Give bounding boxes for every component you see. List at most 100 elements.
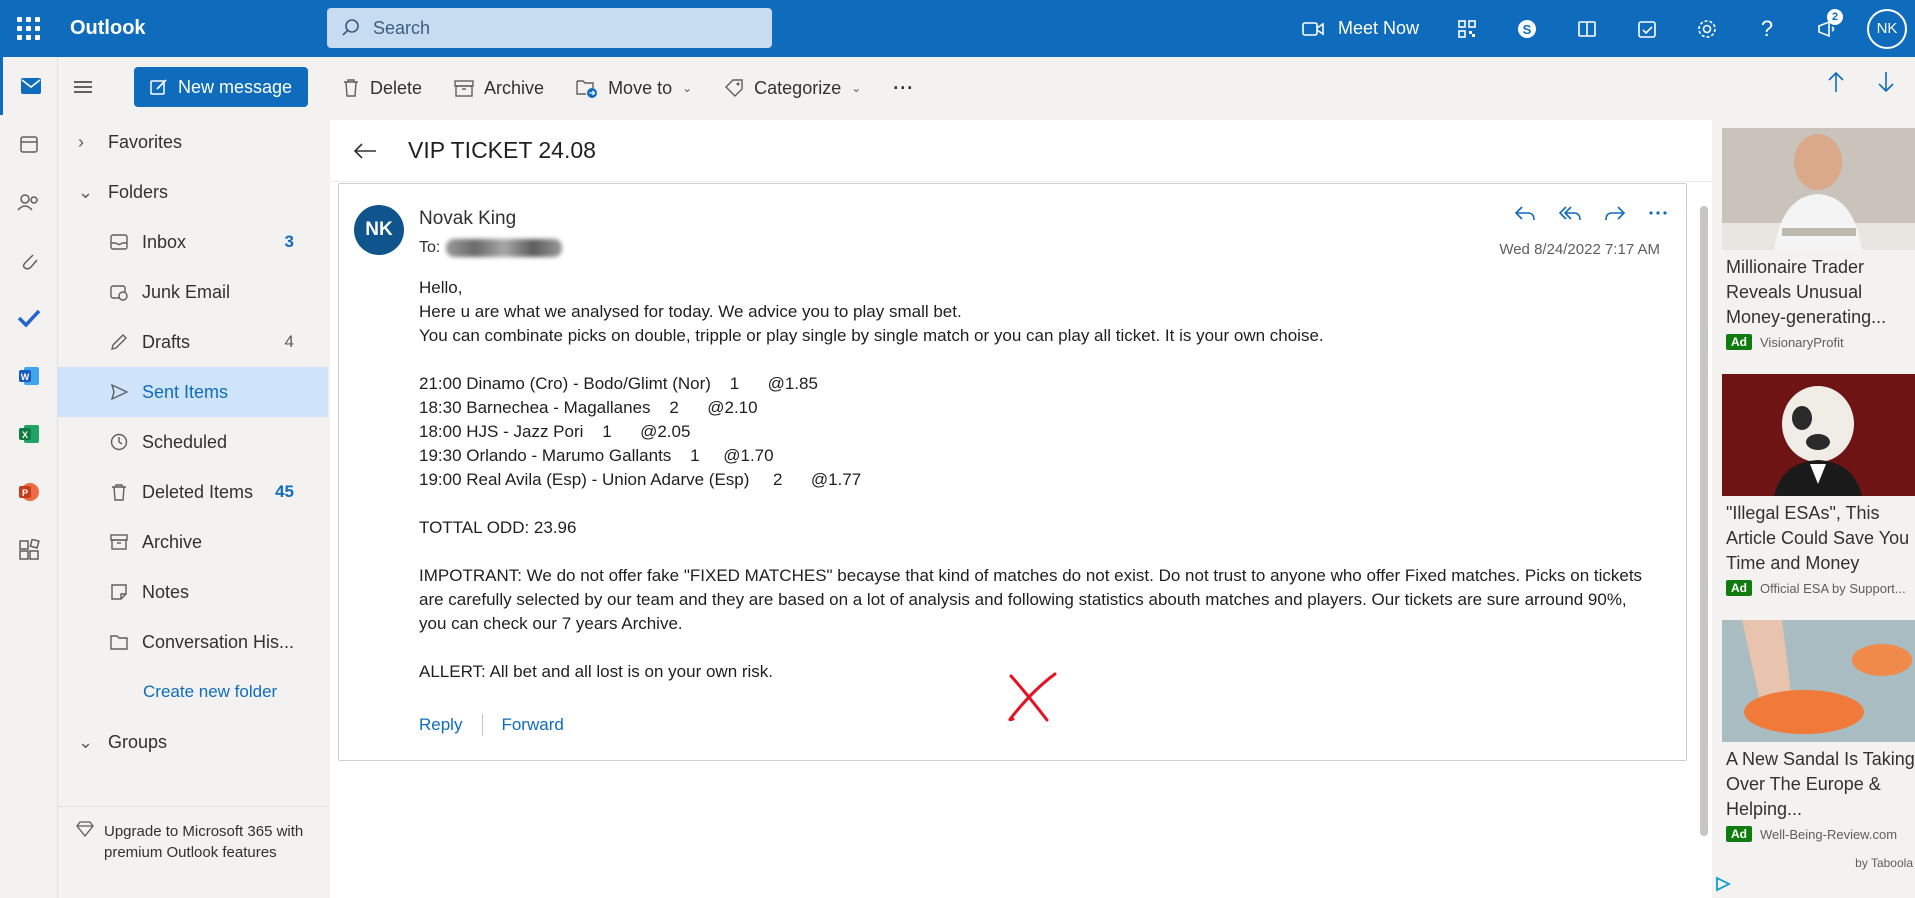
rail-todo[interactable] (0, 289, 58, 347)
reading-pane-scrollbar[interactable] (1700, 188, 1708, 888)
ad-item[interactable]: Millionaire Trader Reveals Unusual Money… (1722, 128, 1915, 350)
rail-more-apps[interactable] (0, 521, 58, 579)
reply-link[interactable]: Reply (419, 715, 462, 735)
forward-icon[interactable] (1604, 204, 1626, 222)
archive-button[interactable]: Archive (454, 78, 544, 99)
delete-button[interactable]: Delete (342, 78, 422, 99)
qr-code-button[interactable] (1437, 0, 1497, 57)
ad-title[interactable]: Millionaire Trader Reveals Unusual Money… (1722, 255, 1915, 330)
trash-icon (112, 484, 126, 501)
ad-tag: Ad (1726, 334, 1752, 350)
feedback-button[interactable]: 2 (1797, 0, 1857, 57)
arrow-up-icon[interactable] (1827, 71, 1845, 93)
forward-link[interactable]: Forward (501, 715, 563, 735)
app-rail: W X P (0, 57, 58, 898)
move-to-button[interactable]: Move to ⌄ (576, 78, 692, 99)
reply-all-icon[interactable] (1558, 204, 1582, 222)
groups-section[interactable]: ⌄ Groups (58, 717, 328, 767)
account-avatar[interactable]: NK (1867, 8, 1907, 49)
folder-notes[interactable]: Notes (58, 567, 328, 617)
settings-button[interactable] (1677, 0, 1737, 57)
notification-badge: 2 (1827, 9, 1843, 25)
skype-button[interactable]: S (1497, 0, 1557, 57)
folder-archive[interactable]: Archive (58, 517, 328, 567)
new-message-button[interactable]: New message (134, 67, 308, 107)
pick-line: 18:30 Barnechea - Magallanes 2 @2.10 (419, 398, 758, 417)
compose-icon (150, 79, 167, 95)
rail-calendar[interactable] (0, 115, 58, 173)
navigation-toggle[interactable] (58, 80, 108, 94)
app-name[interactable]: Outlook (56, 17, 326, 40)
favorites-section[interactable]: › Favorites (58, 117, 328, 167)
archive-icon (454, 80, 474, 97)
rail-people[interactable] (0, 173, 58, 231)
command-bar: Delete Archive Move to ⌄ Categorize ⌄ ··… (328, 57, 1915, 119)
ad-image[interactable] (1722, 128, 1915, 250)
ad-source: Well-Being-Review.com (1760, 826, 1898, 842)
recipient-line: To: (419, 239, 563, 257)
help-button[interactable]: ? (1737, 0, 1797, 57)
arrow-down-icon[interactable] (1877, 71, 1895, 93)
people-icon (17, 194, 38, 211)
rail-mail[interactable] (0, 57, 58, 115)
adchoices-icon[interactable] (1714, 876, 1732, 897)
move-to-label: Move to (608, 77, 673, 98)
ad-provider-label[interactable]: by Taboola (1855, 856, 1913, 870)
upgrade-text: Upgrade to Microsoft 365 with premium Ou… (104, 823, 304, 861)
body-line: Here u are what we analysed for today. W… (419, 302, 962, 321)
categorize-button[interactable]: Categorize ⌄ (724, 78, 861, 99)
folder-conversation-history[interactable]: Conversation His... (58, 617, 328, 667)
rail-excel[interactable]: X (0, 405, 58, 463)
paperclip-icon (22, 254, 38, 270)
rail-powerpoint[interactable]: P (0, 463, 58, 521)
meet-now-button[interactable]: Meet Now (1302, 18, 1419, 39)
my-day-button[interactable] (1617, 0, 1677, 57)
sender-name[interactable]: Novak King (419, 208, 516, 230)
tag-icon (725, 79, 743, 97)
skype-icon: S (1518, 19, 1536, 38)
mail-icon (20, 78, 41, 94)
message-date: Wed 8/24/2022 7:17 AM (1499, 241, 1660, 258)
categorize-label: Categorize (754, 77, 842, 98)
office-button[interactable] (1557, 0, 1617, 57)
ad-image[interactable] (1722, 374, 1915, 496)
sender-avatar[interactable]: NK (354, 205, 404, 255)
search-input[interactable]: Search (373, 18, 430, 39)
folder-label: Conversation His... (142, 631, 295, 652)
ad-title[interactable]: A New Sandal Is Taking Over The Europe &… (1722, 747, 1915, 822)
upgrade-banner[interactable]: Upgrade to Microsoft 365 with premium Ou… (58, 806, 328, 898)
folder-sent-items[interactable]: Sent Items (58, 367, 328, 417)
folder-deleted-items[interactable]: Deleted Items 45 (58, 467, 328, 517)
folder-label: Notes (142, 581, 190, 602)
folder-junk-email[interactable]: Junk Email (58, 267, 328, 317)
rail-files[interactable] (0, 231, 58, 289)
more-actions-button[interactable]: ··· (893, 78, 914, 99)
search-box[interactable]: Search (327, 8, 772, 48)
powerpoint-icon: P (19, 483, 39, 501)
back-button[interactable] (330, 142, 400, 160)
ad-item[interactable]: A New Sandal Is Taking Over The Europe &… (1722, 620, 1915, 842)
app-launcher-button[interactable] (0, 0, 56, 57)
reading-pane: VIP TICKET 24.08 NK Novak King To: Wed 8… (330, 120, 1712, 898)
diamond-icon (76, 821, 94, 838)
chevron-down-icon: ⌄ (78, 731, 94, 752)
folder-scheduled[interactable]: Scheduled (58, 417, 328, 467)
scrollbar-thumb[interactable] (1700, 206, 1708, 836)
more-options-icon[interactable] (1648, 204, 1668, 222)
reply-icon[interactable] (1514, 204, 1536, 222)
pick-line: 21:00 Dinamo (Cro) - Bodo/Glimt (Nor) 1 … (419, 374, 818, 393)
folders-section[interactable]: ⌄ Folders (58, 167, 328, 217)
red-x-annotation (1008, 672, 1057, 722)
ad-title[interactable]: "Illegal ESAs", This Article Could Save … (1722, 501, 1915, 576)
ad-image[interactable] (1722, 620, 1915, 742)
ad-item[interactable]: "Illegal ESAs", This Article Could Save … (1722, 374, 1915, 596)
create-new-folder-link[interactable]: Create new folder (58, 667, 328, 717)
rail-word[interactable]: W (0, 347, 58, 405)
folder-label: Archive (142, 531, 203, 552)
ad-column: Millionaire Trader Reveals Unusual Money… (1722, 126, 1915, 898)
folder-inbox[interactable]: Inbox 3 (58, 217, 328, 267)
search-icon (342, 19, 359, 36)
waffle-icon (16, 17, 40, 40)
gear-icon (1698, 19, 1716, 38)
folder-drafts[interactable]: Drafts 4 (58, 317, 328, 367)
